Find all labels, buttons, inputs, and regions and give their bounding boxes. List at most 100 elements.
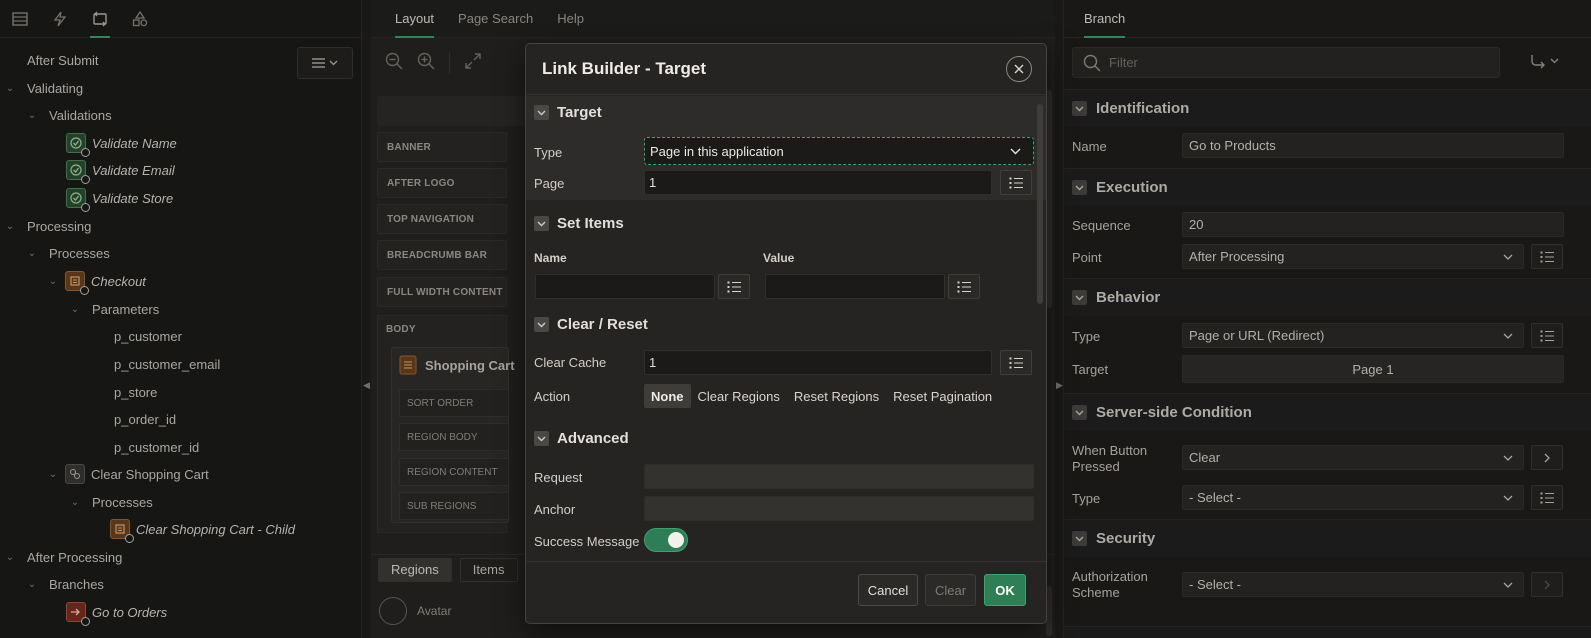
position-top-navigation[interactable]: TOP NAVIGATION bbox=[377, 204, 507, 234]
page-input[interactable]: 1 bbox=[644, 170, 992, 195]
tree-node[interactable]: ⌄ Clear Shopping Cart bbox=[47, 461, 209, 487]
item-value-input[interactable] bbox=[765, 274, 945, 299]
section-advanced[interactable]: Advanced bbox=[534, 430, 629, 447]
list-of-values-button[interactable] bbox=[1531, 485, 1563, 510]
tree-node[interactable]: Go to Orders bbox=[66, 599, 167, 626]
chevron-down-icon[interactable]: ⌄ bbox=[4, 83, 16, 94]
tree-menu-button[interactable] bbox=[297, 47, 353, 79]
request-input[interactable] bbox=[644, 464, 1034, 489]
tree-node[interactable]: ⌄ Processes bbox=[26, 240, 110, 266]
go-to-button[interactable] bbox=[1531, 572, 1563, 597]
chevron-down-icon[interactable]: ⌄ bbox=[26, 248, 38, 259]
sequence-field[interactable]: 20 bbox=[1182, 212, 1564, 237]
tab-page-search[interactable]: Page Search bbox=[458, 0, 533, 38]
chevron-down-icon[interactable]: ⌄ bbox=[47, 276, 59, 287]
tree-node[interactable]: p_order_id bbox=[114, 406, 176, 432]
sub-position-region-content[interactable]: REGION CONTENT bbox=[399, 458, 509, 486]
authorization-scheme-select[interactable]: - Select - bbox=[1182, 572, 1524, 597]
collapse-toggle-icon[interactable] bbox=[1072, 180, 1087, 195]
chevron-down-icon[interactable]: ⌄ bbox=[26, 110, 38, 121]
chevron-down-icon[interactable]: ⌄ bbox=[69, 497, 81, 508]
clear-button[interactable]: Clear bbox=[925, 574, 976, 606]
position-after-logo[interactable]: AFTER LOGO bbox=[377, 168, 507, 198]
chevron-down-icon[interactable]: ⌄ bbox=[47, 469, 59, 480]
clear-cache-input[interactable]: 1 bbox=[644, 350, 992, 375]
tab-help[interactable]: Help bbox=[557, 0, 584, 38]
tree-node[interactable]: Validate Name bbox=[66, 130, 177, 157]
section-set-items[interactable]: Set Items bbox=[534, 215, 624, 232]
tab-branch[interactable]: Branch bbox=[1084, 0, 1126, 38]
filter-input[interactable]: Filter bbox=[1072, 47, 1500, 78]
action-option-reset-regions[interactable]: Reset Regions bbox=[787, 384, 886, 408]
zoom-in-icon[interactable] bbox=[417, 52, 435, 74]
section-identification[interactable]: Identification bbox=[1064, 89, 1591, 127]
collapse-toggle-icon[interactable] bbox=[1072, 405, 1087, 420]
chevron-down-icon[interactable]: ⌄ bbox=[4, 552, 16, 563]
collapse-toggle-icon[interactable] bbox=[534, 431, 549, 446]
action-option-reset-pagination[interactable]: Reset Pagination bbox=[886, 384, 999, 408]
action-option-clear-regions[interactable]: Clear Regions bbox=[691, 384, 787, 408]
section-target[interactable]: Target bbox=[534, 104, 602, 121]
dialog-scrollbar[interactable] bbox=[1037, 104, 1043, 304]
position-body[interactable]: BODY bbox=[377, 314, 507, 344]
collapse-toggle-icon[interactable] bbox=[534, 216, 549, 231]
position-banner[interactable]: BANNER bbox=[377, 132, 507, 162]
tree-node[interactable]: ⌄ Branches bbox=[26, 571, 104, 597]
lightning-icon[interactable] bbox=[40, 0, 80, 38]
success-message-toggle[interactable] bbox=[644, 528, 688, 552]
anchor-input[interactable] bbox=[644, 496, 1034, 521]
shapes-icon[interactable] bbox=[120, 0, 160, 38]
cancel-button[interactable]: Cancel bbox=[858, 574, 918, 606]
tree-node[interactable]: p_store bbox=[114, 379, 157, 405]
go-to-group-button[interactable] bbox=[1530, 53, 1559, 69]
tree-node[interactable]: ⌄ After Processing bbox=[4, 544, 123, 570]
tree-node[interactable]: p_customer bbox=[114, 323, 182, 349]
name-field[interactable]: Go to Products bbox=[1182, 133, 1564, 158]
target-link-button[interactable]: Page 1 bbox=[1182, 355, 1564, 383]
tree-node[interactable]: ⌄ Validating bbox=[4, 75, 83, 101]
item-name-input[interactable] bbox=[535, 274, 715, 299]
gallery-item-avatar[interactable]: Avatar bbox=[379, 597, 451, 625]
close-button[interactable] bbox=[1006, 56, 1032, 82]
tree-node[interactable]: Clear Shopping Cart - Child bbox=[110, 516, 295, 543]
tree-node[interactable]: ⌄ Processes bbox=[69, 489, 153, 515]
go-to-button[interactable] bbox=[1531, 445, 1563, 470]
collapse-toggle-icon[interactable] bbox=[534, 105, 549, 120]
tree-node[interactable]: ⌄ Parameters bbox=[69, 296, 159, 322]
section-behavior[interactable]: Behavior bbox=[1064, 278, 1591, 316]
tree-node[interactable]: p_customer_email bbox=[114, 351, 220, 377]
tree-node[interactable]: ⌄ Checkout bbox=[47, 268, 146, 295]
section-server-side-condition[interactable]: Server-side Condition bbox=[1064, 393, 1591, 431]
zoom-out-icon[interactable] bbox=[385, 52, 403, 74]
point-select[interactable]: After Processing bbox=[1182, 244, 1524, 269]
target-type-select[interactable]: Page in this application bbox=[644, 137, 1034, 165]
sub-position-sort-order[interactable]: SORT ORDER bbox=[399, 389, 509, 417]
tab-regions[interactable]: Regions bbox=[378, 557, 452, 582]
action-option-none[interactable]: None bbox=[644, 384, 691, 408]
chevron-down-icon[interactable]: ⌄ bbox=[26, 579, 38, 590]
collapse-toggle-icon[interactable] bbox=[1072, 531, 1087, 546]
position-breadcrumb-bar[interactable]: BREADCRUMB BAR bbox=[377, 240, 507, 270]
tree-node[interactable]: ⌄ Validations bbox=[26, 102, 112, 128]
chevron-down-icon[interactable]: ⌄ bbox=[69, 304, 81, 315]
position-full-width-content[interactable]: FULL WIDTH CONTENT bbox=[377, 277, 507, 307]
section-execution[interactable]: Execution bbox=[1064, 168, 1591, 206]
list-of-values-button[interactable] bbox=[1531, 244, 1563, 269]
tab-items[interactable]: Items bbox=[459, 557, 518, 582]
item-value-list-button[interactable] bbox=[948, 274, 980, 299]
tree-node[interactable]: Validate Email bbox=[66, 157, 175, 184]
list-icon[interactable] bbox=[0, 0, 40, 38]
condition-type-select[interactable]: - Select - bbox=[1182, 485, 1524, 510]
when-button-select[interactable]: Clear bbox=[1182, 445, 1524, 470]
item-name-list-button[interactable] bbox=[718, 274, 750, 299]
collapse-toggle-icon[interactable] bbox=[1072, 101, 1087, 116]
collapse-toggle-icon[interactable] bbox=[1072, 290, 1087, 305]
expand-icon[interactable] bbox=[464, 52, 482, 74]
section-clear-reset[interactable]: Clear / Reset bbox=[534, 316, 648, 333]
page-list-button[interactable] bbox=[1000, 170, 1032, 195]
behavior-type-select[interactable]: Page or URL (Redirect) bbox=[1182, 323, 1524, 348]
refresh-icon[interactable] bbox=[80, 0, 120, 38]
collapse-toggle-icon[interactable] bbox=[534, 317, 549, 332]
sub-position-sub-regions[interactable]: SUB REGIONS bbox=[399, 492, 509, 520]
list-of-values-button[interactable] bbox=[1531, 323, 1563, 348]
